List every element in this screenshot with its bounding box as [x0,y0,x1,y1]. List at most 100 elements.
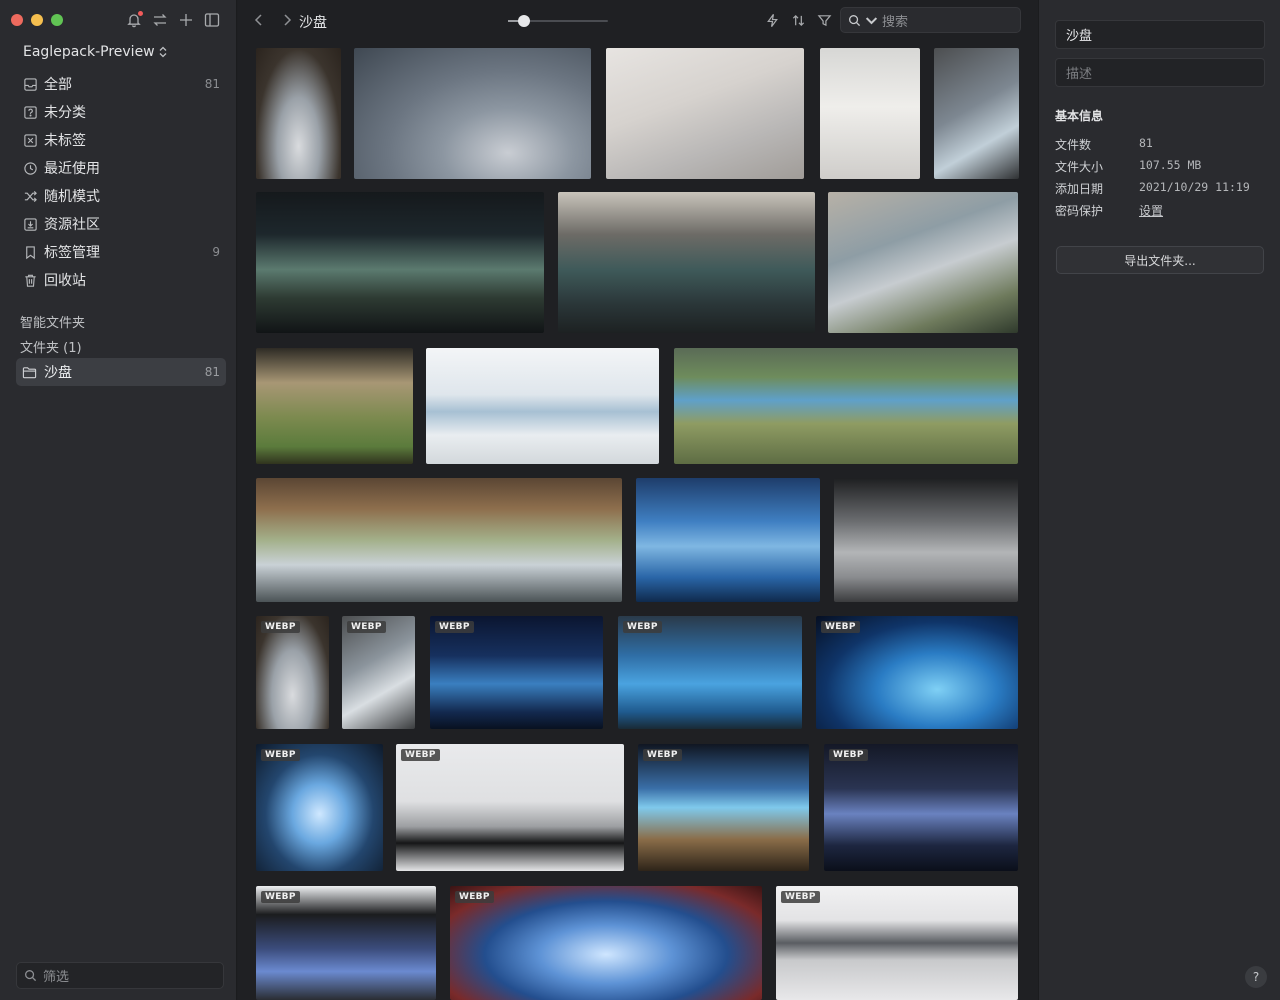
tag-off-icon [22,132,38,148]
trash-icon [22,272,38,288]
clock-icon [22,160,38,176]
format-badge: WEBP [261,891,300,903]
meta-row: 文件大小 107.55 MB [1055,158,1265,175]
thumbnail[interactable] [820,48,920,179]
thumbnail[interactable]: WEBP [816,616,1018,729]
close-window-button[interactable] [11,14,23,26]
library-name: Eaglepack-Preview [23,44,155,60]
meta-row: 文件数 81 [1055,136,1265,153]
format-badge: WEBP [643,749,682,761]
thumbnail[interactable] [256,478,622,602]
thumbnail[interactable]: WEBP [342,616,415,729]
format-badge: WEBP [347,621,386,633]
password-set-link[interactable]: 设置 [1139,202,1163,219]
thumbnail[interactable] [674,348,1018,464]
sync-icon[interactable] [152,12,168,28]
search-icon [25,970,37,982]
thumbnail[interactable] [256,48,341,179]
folder-label: 沙盘 [44,365,72,381]
format-badge: WEBP [623,621,662,633]
thumbnail[interactable] [256,192,544,333]
sidebar-item-count: 9 [212,245,220,259]
thumbnail[interactable]: WEBP [450,886,762,1000]
filter-input[interactable]: 筛选 [16,962,224,989]
thumbnail[interactable]: WEBP [256,744,383,871]
meta-key: 添加日期 [1055,182,1104,196]
sidebar-item-label: 最近使用 [44,161,100,177]
thumbnail[interactable]: WEBP [638,744,809,871]
sidebar-item-recent[interactable]: 最近使用 [16,154,226,182]
sidebar-item-label: 资源社区 [44,217,100,233]
bell-icon[interactable] [126,11,143,28]
format-badge: WEBP [455,891,494,903]
folders-heading[interactable]: 文件夹 (1) [20,337,82,356]
thumbnail[interactable] [636,478,820,602]
minimize-window-button[interactable] [31,14,43,26]
inbox-icon [22,76,38,92]
thumbnail[interactable]: WEBP [824,744,1018,871]
sidebar-item-label: 全部 [44,77,72,93]
sidebar-toggle-icon[interactable] [204,12,220,28]
thumbnail[interactable]: WEBP [256,886,436,1000]
thumbnail[interactable] [354,48,591,179]
thumbnail[interactable] [606,48,804,179]
thumbnail[interactable]: WEBP [396,744,624,871]
thumbnail[interactable]: WEBP [256,616,329,729]
folder-icon [22,364,38,380]
thumbnail[interactable] [558,192,815,333]
thumbnail[interactable]: WEBP [430,616,603,729]
meta-key: 文件大小 [1055,160,1104,174]
format-badge: WEBP [261,749,300,761]
description-field[interactable]: 描述 [1055,58,1265,87]
export-folder-button[interactable]: 导出文件夹... [1056,246,1264,274]
question-box-icon [22,104,38,120]
format-badge: WEBP [435,621,474,633]
inspector-panel: 沙盘 描述 基本信息 文件数 81 文件大小 107.55 MB 添加日期 20… [1038,0,1280,1000]
sidebar-item-uncategorized[interactable]: 未分类 [16,98,226,126]
maximize-window-button[interactable] [51,14,63,26]
sidebar-item-community[interactable]: 资源社区 [16,210,226,238]
filter-placeholder: 筛选 [43,970,70,985]
chevron-updown-icon [159,46,167,58]
sidebar-nav: 全部 81 未分类 未标签 最近使用 随机模式 资源社区 标签管理 9 回收站 [16,70,226,294]
window-controls [11,14,63,26]
thumbnail[interactable] [828,192,1018,333]
format-badge: WEBP [829,749,868,761]
sidebar-item-count: 81 [204,77,220,91]
basic-info-heading: 基本信息 [1055,109,1104,123]
meta-row: 添加日期 2021/10/29 11:19 [1055,180,1265,197]
folder-count: 81 [204,365,220,379]
meta-key: 文件数 [1055,138,1092,152]
main-content: 沙盘 搜索 WEBP WEBP WEBP WEBP WEBP WEBP WEBP… [238,0,1038,1000]
folder-item-sandbox[interactable]: 沙盘 81 [16,358,226,386]
thumbnail[interactable] [834,478,1018,602]
meta-value: 81 [1139,136,1153,150]
format-badge: WEBP [401,749,440,761]
sidebar-tools [126,11,220,28]
image-grid: WEBP WEBP WEBP WEBP WEBP WEBP WEBP WEBP … [238,0,1038,1000]
thumbnail[interactable] [256,348,413,464]
sidebar-item-label: 未标签 [44,133,86,149]
thumbnail[interactable]: WEBP [618,616,802,729]
meta-value: 2021/10/29 11:19 [1139,180,1250,194]
sidebar-item-untagged[interactable]: 未标签 [16,126,226,154]
sidebar-item-all[interactable]: 全部 81 [16,70,226,98]
smart-folders-heading[interactable]: 智能文件夹 [20,312,85,331]
thumbnail[interactable]: WEBP [776,886,1018,1000]
thumbnail[interactable] [934,48,1019,179]
library-switcher[interactable]: Eaglepack-Preview [23,44,167,60]
shuffle-icon [22,188,38,204]
plus-icon[interactable] [178,12,194,28]
thumbnail[interactable] [426,348,659,464]
sidebar-item-label: 回收站 [44,273,86,289]
meta-row: 密码保护 设置 [1055,202,1265,219]
sidebar-item-random[interactable]: 随机模式 [16,182,226,210]
sidebar-item-label: 标签管理 [44,245,100,261]
download-box-icon [22,216,38,232]
sidebar-item-trash[interactable]: 回收站 [16,266,226,294]
folder-name-field[interactable]: 沙盘 [1055,20,1265,49]
format-badge: WEBP [781,891,820,903]
help-button[interactable]: ? [1245,966,1267,988]
sidebar-item-tags[interactable]: 标签管理 9 [16,238,226,266]
sidebar-item-label: 未分类 [44,105,86,121]
